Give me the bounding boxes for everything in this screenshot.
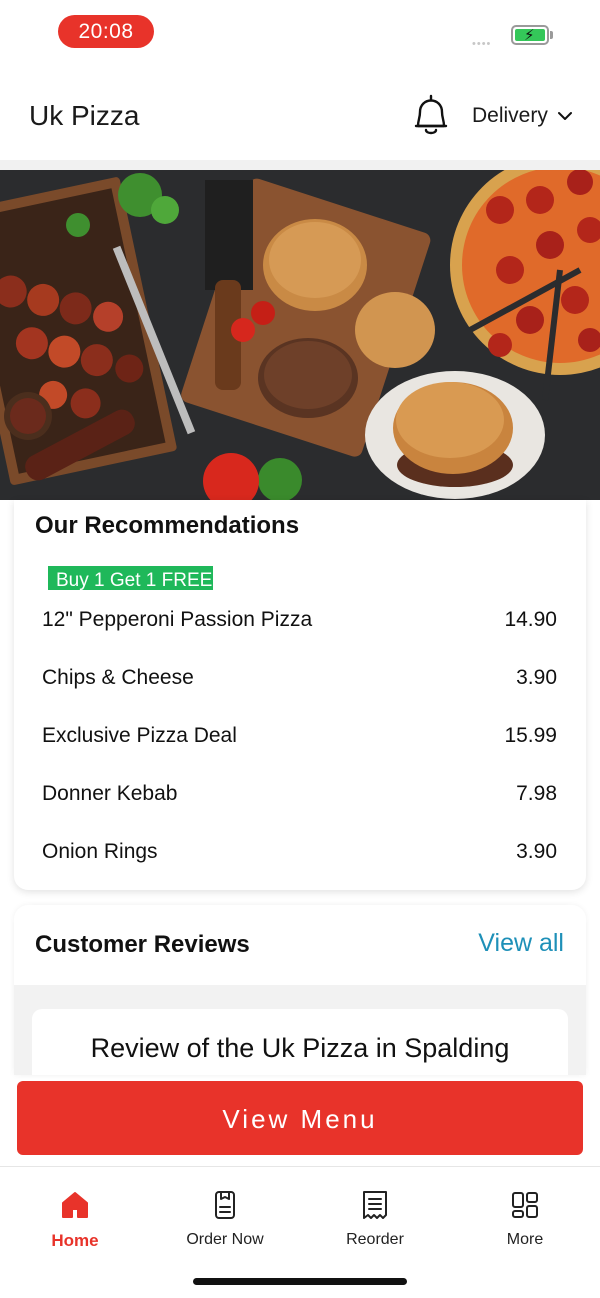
signal-icon: ••••	[472, 38, 492, 50]
delivery-mode-select[interactable]: Delivery	[472, 104, 572, 128]
item-name: Donner Kebab	[42, 782, 178, 805]
tab-more[interactable]: More	[470, 1189, 580, 1249]
item-price: 3.90	[516, 840, 557, 863]
promo-badge: Buy 1 Get 1 FREE	[48, 566, 213, 590]
recommendation-item[interactable]: Chips & Cheese 3.90	[14, 654, 586, 712]
battery-tip	[550, 31, 553, 39]
reviews-title: Customer Reviews	[35, 931, 250, 958]
home-indicator	[193, 1278, 407, 1285]
status-time: 20:08	[58, 15, 154, 48]
hero-food-image	[0, 170, 600, 500]
recommendations-title: Our Recommendations	[35, 512, 300, 539]
item-name: Onion Rings	[42, 840, 158, 863]
battery-icon: ⚡	[511, 25, 549, 45]
recommendations-card: Our Recommendations Buy 1 Get 1 FREE 12"…	[14, 500, 586, 890]
item-name: 12" Pepperoni Passion Pizza	[42, 608, 313, 631]
bell-icon[interactable]	[410, 92, 452, 140]
view-menu-button[interactable]: View Menu	[17, 1081, 583, 1155]
home-icon	[62, 1192, 88, 1218]
tab-reorder-label: Reorder	[346, 1231, 404, 1248]
order-icon	[215, 1191, 235, 1219]
item-price: 14.90	[504, 608, 557, 631]
tab-order-now-label: Order Now	[186, 1231, 264, 1248]
recommendation-item[interactable]: Donner Kebab 7.98	[14, 770, 586, 828]
item-price: 3.90	[516, 666, 557, 689]
tab-reorder[interactable]: Reorder	[320, 1189, 430, 1249]
tab-order-now[interactable]: Order Now	[170, 1189, 280, 1249]
recommendation-item[interactable]: Onion Rings 3.90	[14, 828, 586, 886]
app-header: Uk Pizza Delivery	[0, 72, 600, 162]
recommendation-item[interactable]: 12" Pepperoni Passion Pizza 14.90	[14, 596, 586, 654]
receipt-icon	[363, 1191, 387, 1219]
review-item[interactable]: Review of the Uk Pizza in Spalding	[32, 1009, 568, 1075]
hero-illustration	[0, 170, 600, 500]
customer-reviews-card: Customer Reviews View all Review of the …	[14, 905, 586, 1075]
item-name: Exclusive Pizza Deal	[42, 724, 237, 747]
delivery-label: Delivery	[472, 104, 548, 127]
app-title: Uk Pizza	[29, 100, 140, 131]
tab-home-label: Home	[51, 1231, 99, 1250]
tab-more-label: More	[506, 1231, 544, 1248]
view-all-reviews-link[interactable]: View all	[478, 929, 564, 958]
recommendations-list: 12" Pepperoni Passion Pizza 14.90 Chips …	[14, 596, 586, 886]
header-divider	[0, 160, 600, 170]
recommendation-item[interactable]: Exclusive Pizza Deal 15.99	[14, 712, 586, 770]
grid-icon	[512, 1192, 538, 1218]
review-heading: Review of the Uk Pizza in Spalding	[90, 1033, 510, 1063]
item-price: 7.98	[516, 782, 557, 805]
tab-home[interactable]: Home	[20, 1189, 130, 1251]
status-bar: 20:08 •••• ⚡	[0, 0, 600, 64]
chevron-down-icon	[557, 112, 572, 120]
item-name: Chips & Cheese	[42, 666, 194, 689]
item-price: 15.99	[504, 724, 557, 747]
